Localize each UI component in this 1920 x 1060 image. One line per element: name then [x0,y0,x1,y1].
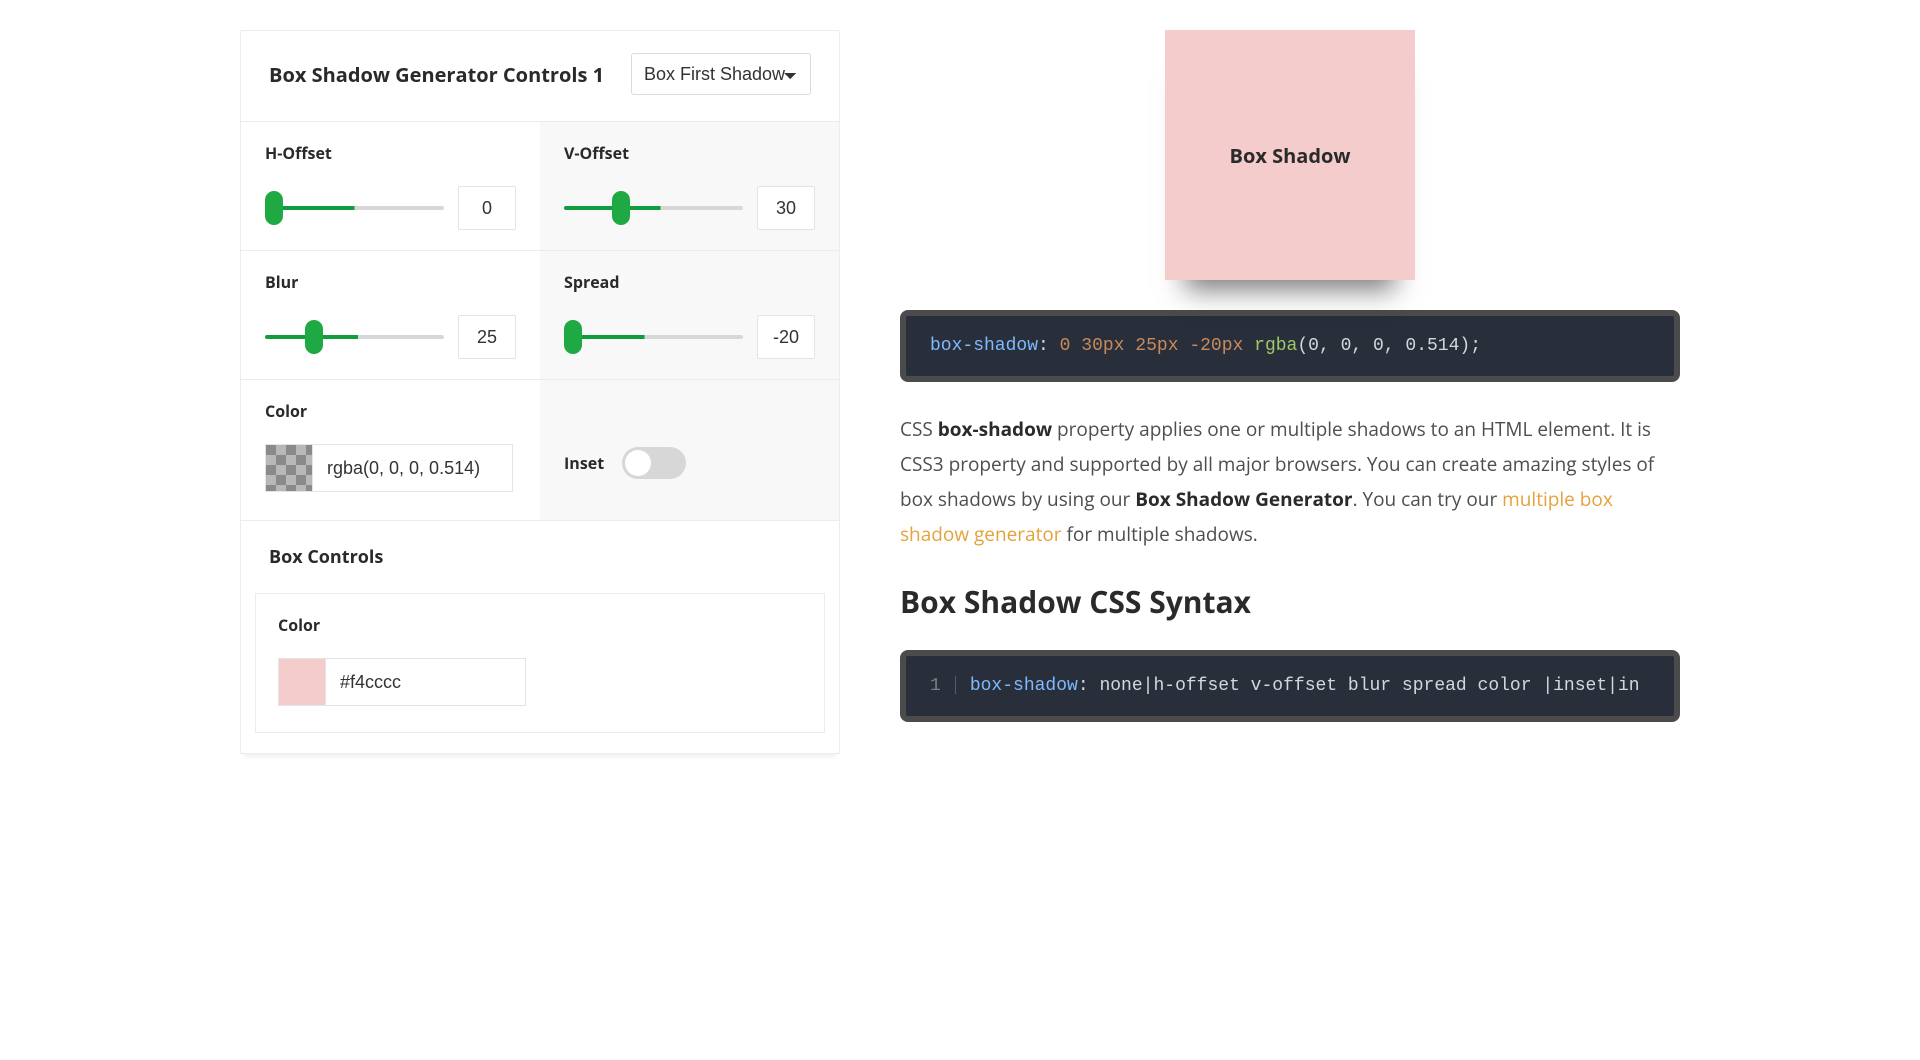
controls-panel: Box Shadow Generator Controls 1 Box Firs… [240,30,840,754]
h-offset-value[interactable] [458,186,516,230]
v-offset-control: V-Offset [540,122,839,251]
v-offset-slider[interactable] [564,206,743,210]
blur-control: Blur [241,251,540,380]
preview-panel: Box Shadow box-shadow: 0 30px 25px -20px… [900,30,1680,754]
inset-control: Inset [540,380,839,521]
h-offset-slider[interactable] [265,206,444,210]
v-offset-label: V-Offset [564,142,815,164]
inset-toggle[interactable] [622,447,686,479]
syntax-heading: Box Shadow CSS Syntax [900,581,1680,622]
blur-label: Blur [265,271,516,293]
box-color-label: Color [278,614,802,636]
shadow-color-control: Color [241,380,540,521]
box-color-input[interactable] [326,658,526,706]
spread-value[interactable] [757,315,815,359]
shadow-select[interactable]: Box First Shadow [631,53,811,95]
h-offset-label: H-Offset [265,142,516,164]
preview-label: Box Shadow [1230,142,1351,169]
box-controls-title: Box Controls [241,521,839,579]
preview-box: Box Shadow [1165,30,1415,280]
h-offset-control: H-Offset [241,122,540,251]
description-text: CSS box-shadow property applies one or m… [900,412,1680,553]
v-offset-value[interactable] [757,186,815,230]
spread-slider[interactable] [564,335,743,339]
shadow-color-label: Color [265,400,516,422]
inset-label: Inset [564,452,604,474]
syntax-code: 1box-shadow: none|h-offset v-offset blur… [900,650,1680,722]
shadow-color-input[interactable] [313,444,513,492]
box-color-swatch[interactable] [278,658,326,706]
spread-label: Spread [564,271,815,293]
shadow-color-swatch[interactable] [265,444,313,492]
controls-title: Box Shadow Generator Controls 1 [269,61,604,88]
blur-value[interactable] [458,315,516,359]
spread-control: Spread [540,251,839,380]
box-color-control: Color [255,593,825,733]
generated-css-code: box-shadow: 0 30px 25px -20px rgba(0, 0,… [900,310,1680,382]
blur-slider[interactable] [265,335,444,339]
